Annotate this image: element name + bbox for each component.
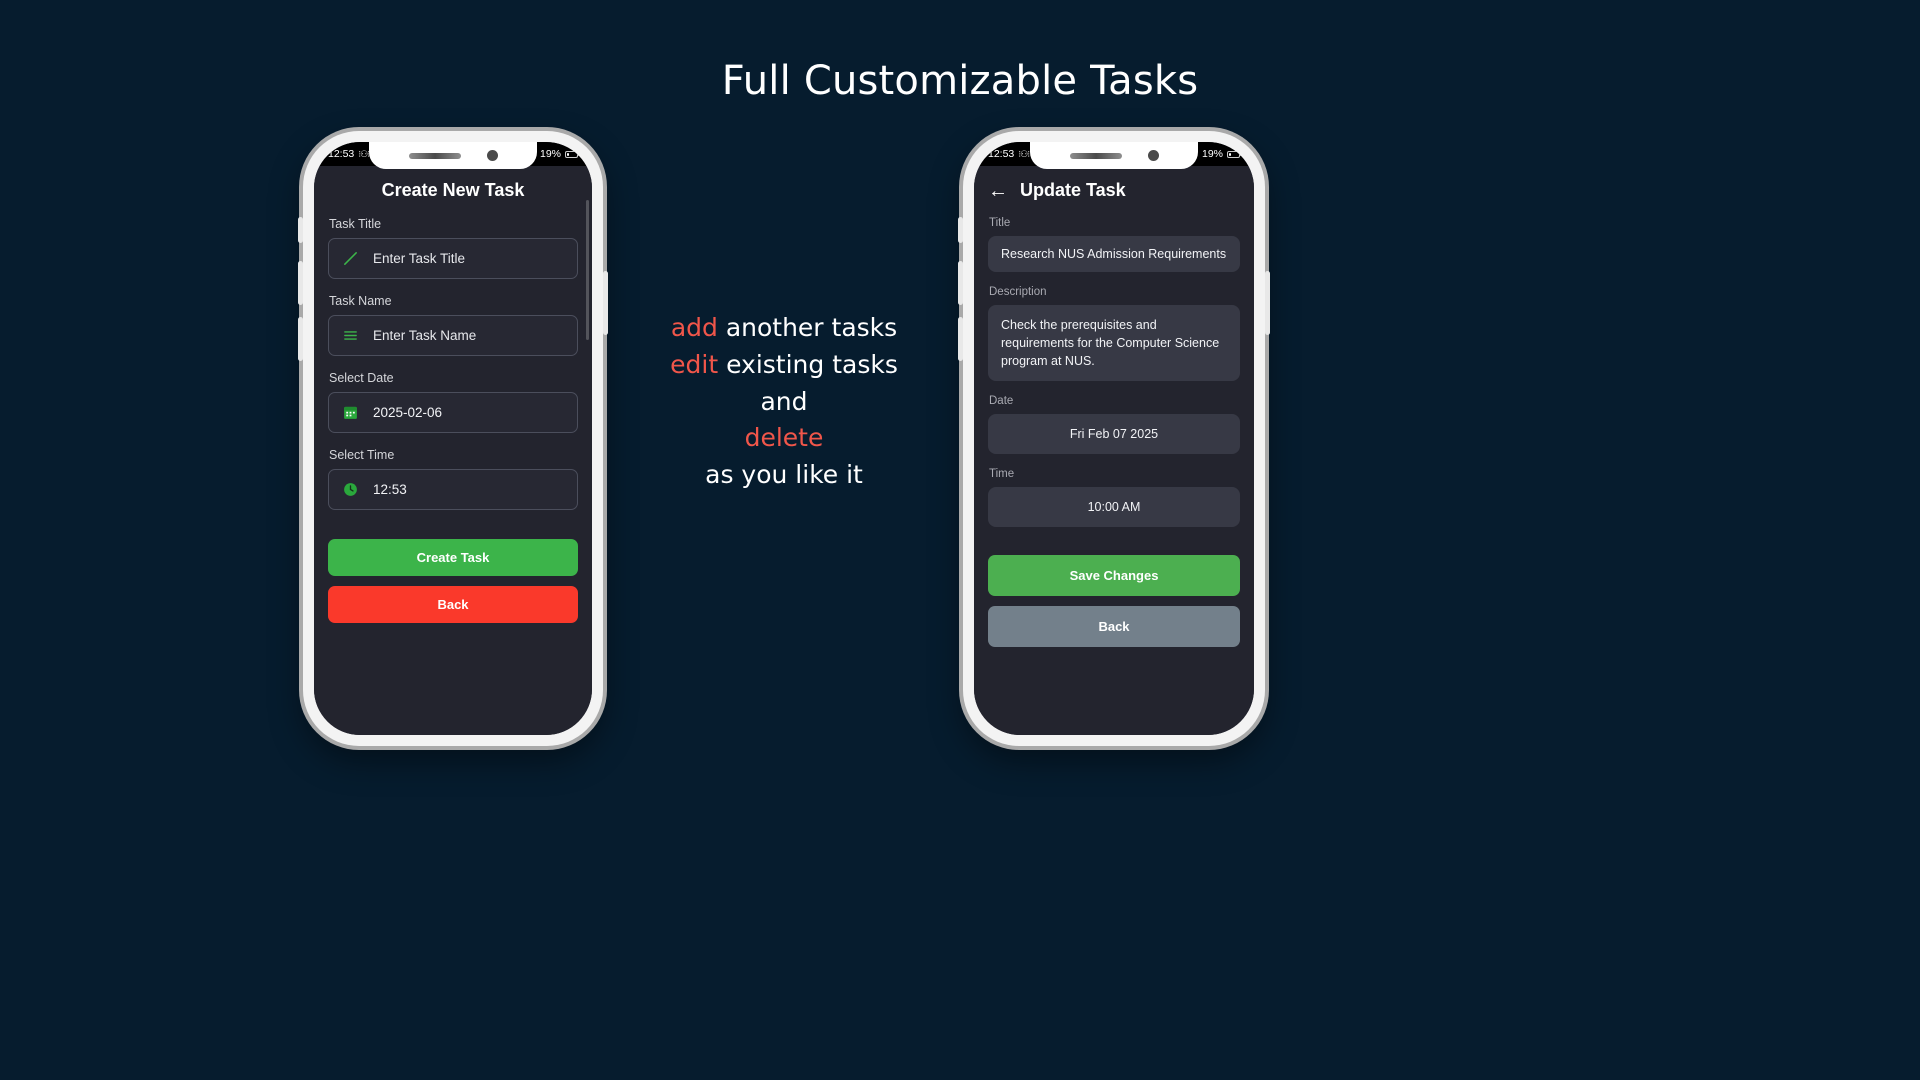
page-title: Full Customizable Tasks: [721, 58, 1199, 104]
phone-mockup-create-task: 12:53 ⁝⚇⁝ 19% Create New Task Task Title…: [298, 131, 608, 746]
copy-line-5: as you like it: [705, 460, 863, 489]
copy-line-1-rest: another tasks: [717, 313, 898, 342]
screen-title: Update Task: [1020, 180, 1126, 200]
earpiece-speaker-icon: [408, 152, 461, 159]
back-button[interactable]: Back: [988, 606, 1240, 648]
phone-button-volume-up[interactable]: [958, 261, 963, 305]
status-notification-icon: ⁝⚇⁝: [358, 148, 370, 159]
scrollbar[interactable]: [586, 200, 589, 340]
phone-screen-update-task: 12:53 ⁝⚇⁝ 19% ← Update Task Title Resear…: [974, 142, 1254, 735]
copy-line-2-rest: existing tasks: [718, 349, 898, 379]
input-select-date[interactable]: 2025-02-06: [328, 392, 578, 433]
copy-line-2: edit existing tasks: [640, 347, 928, 384]
battery-icon: [1227, 150, 1242, 158]
phone-button-power[interactable]: [1265, 271, 1270, 335]
app-update-task: ← Update Task Title Research NUS Admissi…: [974, 166, 1254, 735]
phone-button-mute[interactable]: [958, 217, 963, 243]
phone-button-volume-up[interactable]: [298, 261, 303, 305]
phone-mockup-update-task: 12:53 ⁝⚇⁝ 19% ← Update Task Title Resear…: [958, 131, 1270, 746]
front-camera-icon: [486, 150, 498, 161]
input-task-title-placeholder: Enter Task Title: [373, 251, 466, 266]
field-date-value[interactable]: Fri Feb 07 2025: [988, 414, 1240, 455]
label-date: Date: [989, 395, 1014, 408]
field-title-value[interactable]: Research NUS Admission Requirements: [988, 236, 1240, 272]
phone-button-mute[interactable]: [298, 217, 303, 243]
front-camera-icon: [1147, 150, 1159, 161]
label-select-date: Select Date: [329, 371, 394, 385]
poster-stage: Full Customizable Tasks 12:53 ⁝⚇⁝ 19% Cr…: [0, 0, 1920, 1080]
status-time: 12:53: [328, 148, 355, 160]
phone-button-volume-down[interactable]: [958, 317, 963, 361]
arrow-left-icon[interactable]: ←: [988, 181, 1008, 201]
phone-screen-create-task: 12:53 ⁝⚇⁝ 19% Create New Task Task Title…: [314, 142, 592, 735]
screen-title: Create New Task: [381, 180, 525, 200]
input-task-name-placeholder: Enter Task Name: [373, 328, 477, 343]
field-time-value[interactable]: 10:00 AM: [988, 487, 1240, 528]
earpiece-speaker-icon: [1069, 152, 1122, 159]
create-task-button[interactable]: Create Task: [328, 539, 578, 576]
list-lines-icon: [344, 331, 357, 340]
input-task-name[interactable]: Enter Task Name: [328, 315, 578, 356]
phone-notch: [369, 142, 537, 169]
label-title: Title: [989, 217, 1011, 229]
marketing-copy: add another tasks edit existing tasks an…: [640, 310, 928, 494]
copy-line-1: add another tasks: [640, 310, 928, 347]
status-notification-icon: ⁝⚇⁝: [1018, 148, 1030, 159]
label-time: Time: [989, 468, 1015, 481]
calendar-icon: [344, 406, 357, 419]
battery-icon: [565, 150, 580, 158]
copy-line-4: delete: [744, 423, 824, 453]
copy-line-2-highlight: edit: [670, 349, 719, 379]
label-task-name: Task Name: [329, 294, 392, 308]
save-changes-button[interactable]: Save Changes: [988, 555, 1240, 597]
copy-line-1-highlight: add: [670, 313, 718, 342]
phone-notch: [1030, 142, 1198, 169]
battery-percent: 19%: [1201, 148, 1223, 160]
screen-header: ← Update Task: [988, 166, 1240, 217]
label-task-title: Task Title: [329, 217, 382, 231]
copy-line-3: and: [760, 386, 808, 416]
pencil-icon: [344, 252, 357, 265]
battery-percent: 19%: [539, 148, 561, 160]
field-description-value[interactable]: Check the prerequisites and requirements…: [988, 305, 1240, 382]
label-select-time: Select Time: [329, 448, 395, 462]
input-task-title[interactable]: Enter Task Title: [328, 238, 578, 279]
phone-button-power[interactable]: [603, 271, 608, 335]
clock-icon: [344, 483, 357, 496]
input-select-time[interactable]: 12:53: [328, 469, 578, 510]
input-select-time-value: 12:53: [373, 482, 407, 497]
label-description: Description: [989, 286, 1047, 298]
phone-button-volume-down[interactable]: [298, 317, 303, 361]
app-create-task: Create New Task Task Title Enter Task Ti…: [314, 166, 592, 735]
back-button[interactable]: Back: [328, 586, 578, 623]
status-time: 12:53: [988, 148, 1015, 160]
input-select-date-value: 2025-02-06: [373, 405, 443, 420]
